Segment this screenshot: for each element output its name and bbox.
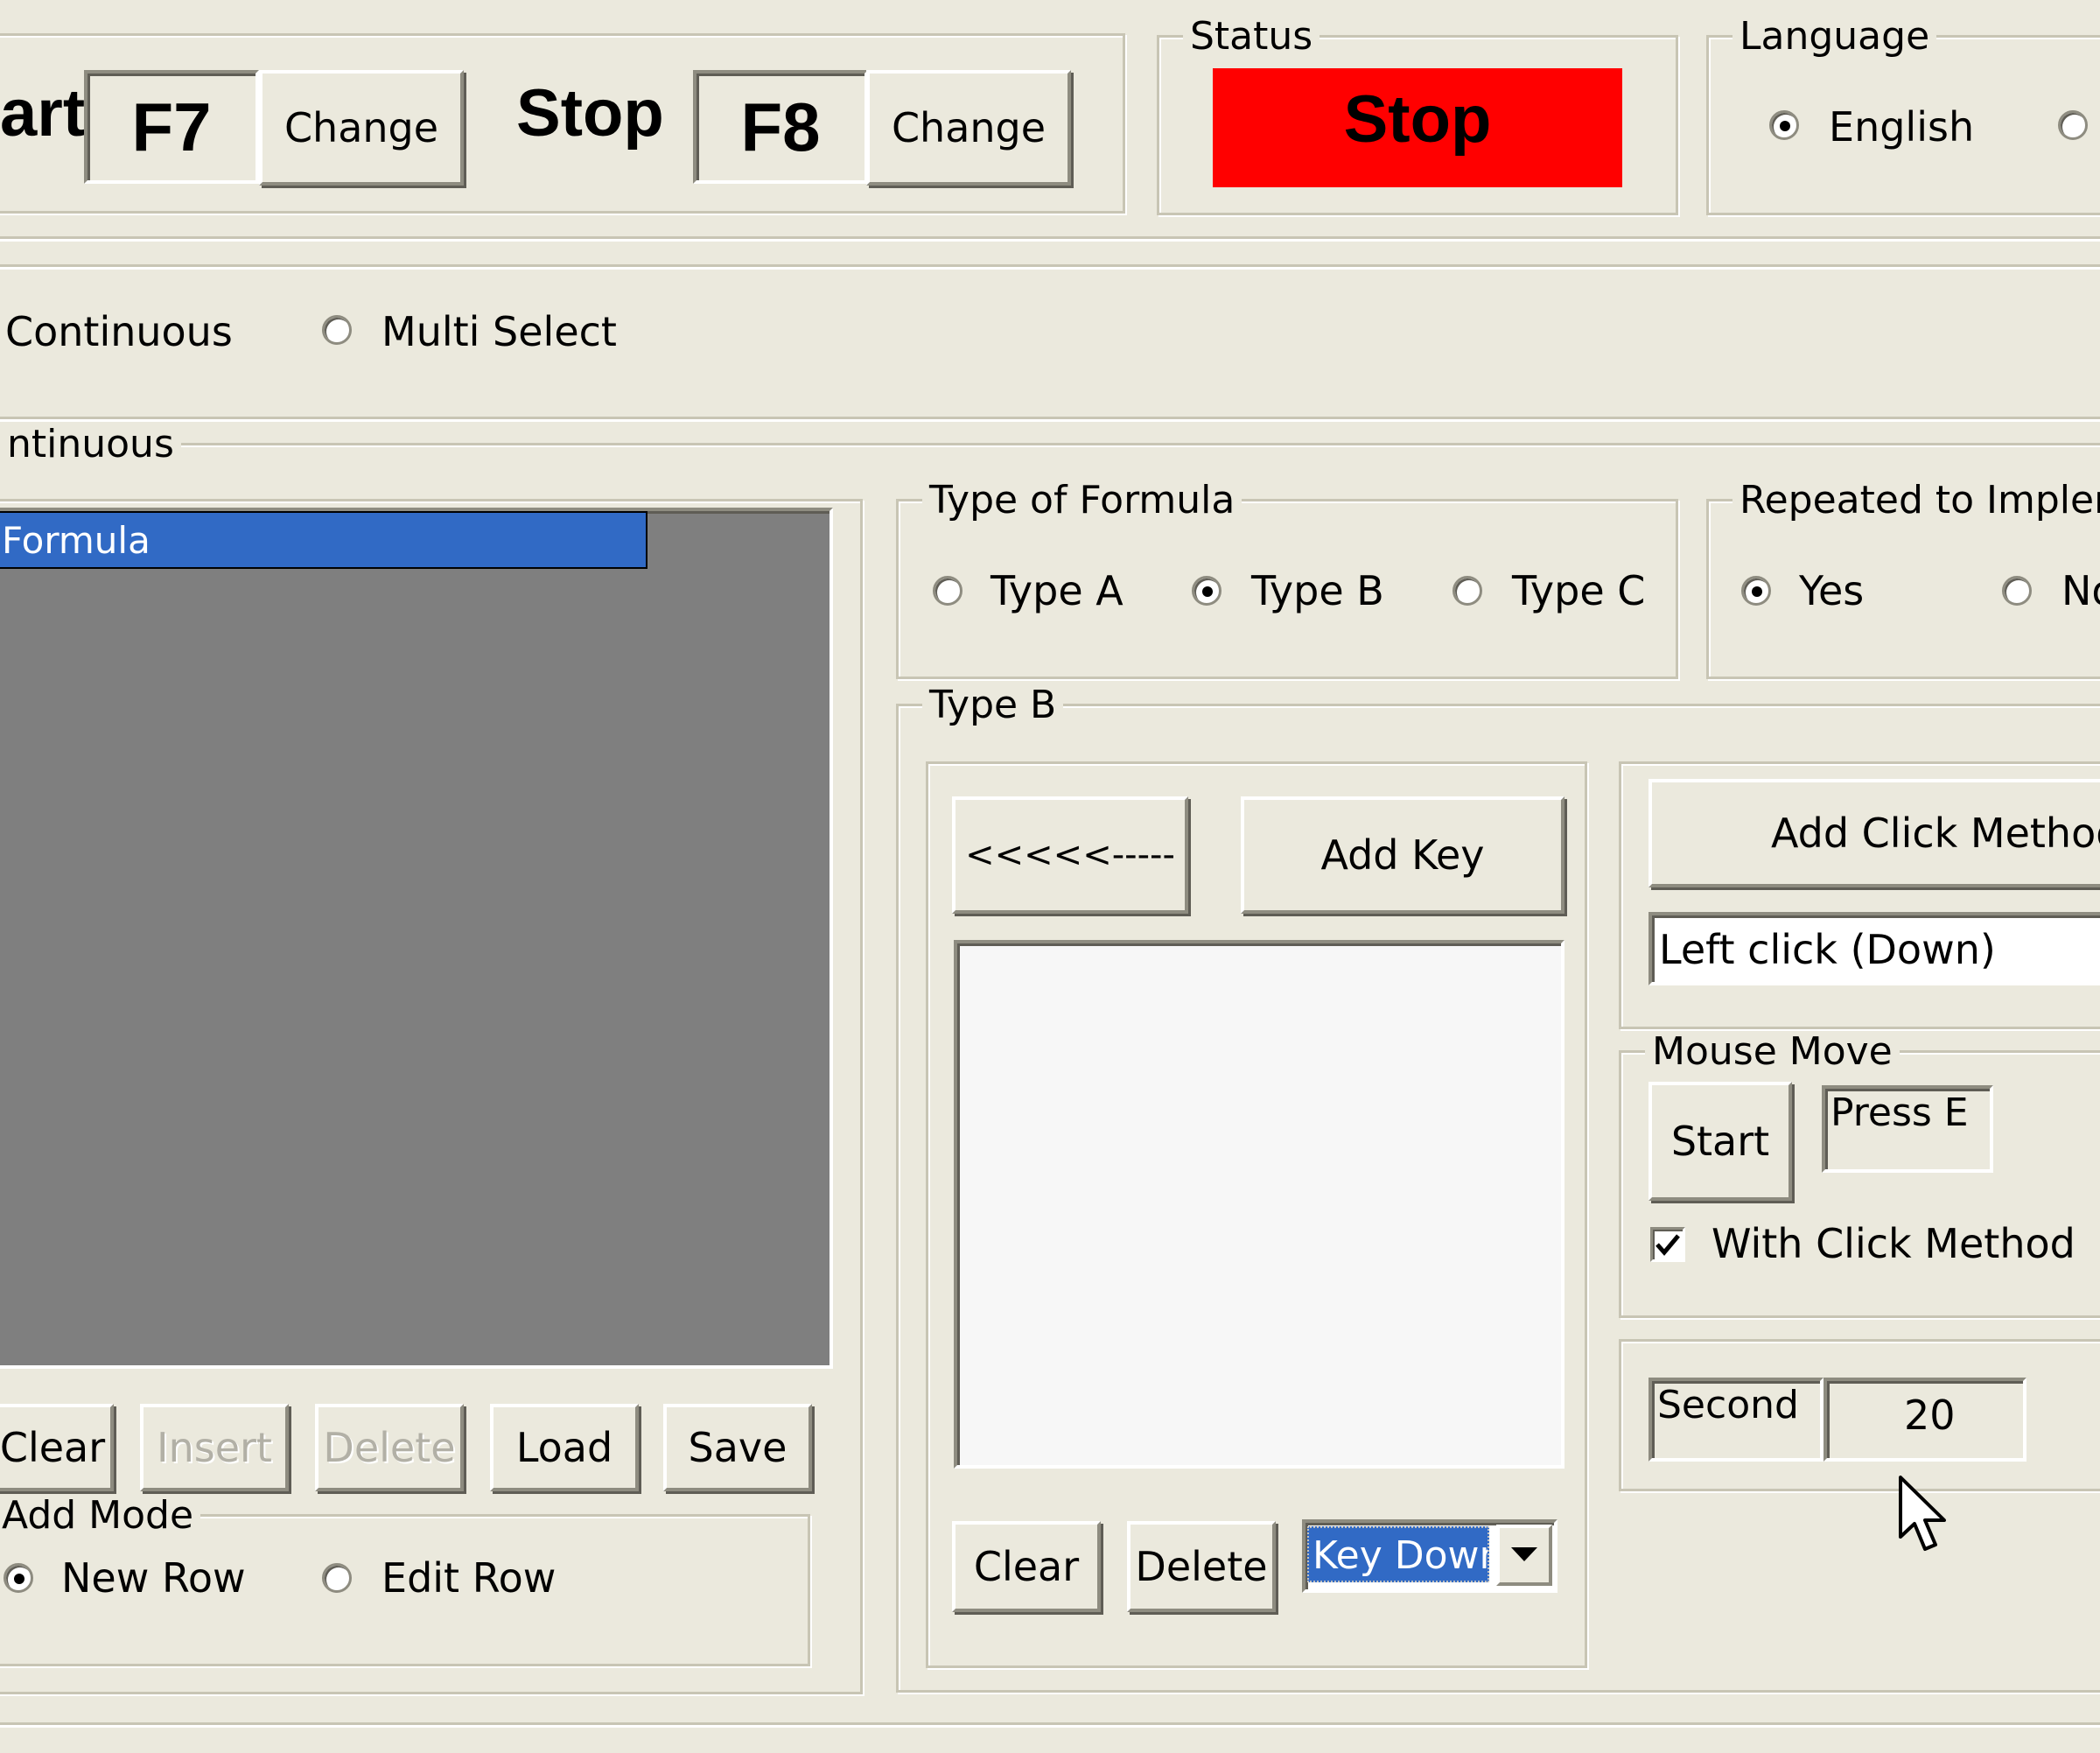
with-click-method-label: With Click Method: [1712, 1220, 2076, 1267]
type-c-radio[interactable]: [1452, 576, 1482, 606]
divider: [0, 1722, 2100, 1725]
key-action-selected: Key Down: [1307, 1526, 1489, 1582]
language-legend: Language: [1732, 18, 1937, 56]
repeated-legend: Repeated to Impleme: [1732, 481, 2100, 520]
mouse-move-hint: Press E: [1830, 1090, 1969, 1135]
stop-hotkey-change-button[interactable]: Change: [866, 70, 1071, 186]
list-save-button[interactable]: Save: [663, 1404, 812, 1491]
click-method-select[interactable]: Left click (Down): [1648, 912, 2100, 985]
list-clear-button[interactable]: Clear: [0, 1404, 114, 1491]
with-click-method-checkbox[interactable]: [1650, 1227, 1685, 1262]
mouse-move-hotkey-field[interactable]: Press E: [1822, 1085, 1993, 1173]
continuous-legend: ntinuous: [0, 425, 181, 464]
formula-list[interactable]: Formula: [0, 508, 833, 1369]
repeated-no-radio[interactable]: [2002, 576, 2032, 606]
type-b-label: Type B: [1251, 567, 1384, 614]
start-hotkey-field[interactable]: F7: [84, 70, 259, 184]
divider: [0, 236, 2100, 239]
timer-value: 20: [1904, 1392, 1956, 1439]
timer-label: Second: [1657, 1383, 1799, 1427]
mode-multi-select-label: Multi Select: [382, 308, 617, 355]
add-mode-legend: Add Mode: [0, 1497, 201, 1535]
key-delete-button[interactable]: Delete: [1127, 1521, 1276, 1612]
type-c-label: Type C: [1512, 567, 1646, 614]
back-arrow-button[interactable]: <<<<<-----: [952, 796, 1188, 914]
dropdown-arrow-icon: [1511, 1547, 1537, 1561]
status-legend: Status: [1183, 18, 1320, 56]
language-english-radio[interactable]: [1769, 110, 1799, 140]
timer-label-box: Second: [1648, 1378, 1824, 1462]
add-mode-new-row-radio[interactable]: [4, 1563, 33, 1593]
list-delete-button[interactable]: Delete: [315, 1404, 464, 1491]
language-english-label: English: [1829, 103, 1975, 151]
start-hotkey-label: art: [0, 76, 86, 151]
list-load-button[interactable]: Load: [490, 1404, 639, 1491]
divider: [0, 264, 2100, 267]
add-key-button[interactable]: Add Key: [1241, 796, 1564, 914]
timer-seconds-input[interactable]: 20: [1824, 1378, 2026, 1462]
add-click-method-button[interactable]: Add Click Method: [1648, 779, 2100, 887]
mode-multi-select-radio[interactable]: [322, 315, 352, 345]
list-insert-button[interactable]: Insert: [140, 1404, 289, 1491]
key-action-dropdown-button[interactable]: [1496, 1525, 1552, 1586]
repeated-no-label: No: [2062, 567, 2100, 614]
click-method-selected: Left click (Down): [1659, 926, 1996, 973]
add-mode-edit-row-radio[interactable]: [322, 1563, 352, 1593]
mouse-move-start-button[interactable]: Start: [1648, 1082, 1792, 1201]
list-item[interactable]: Formula: [0, 511, 648, 569]
type-a-label: Type A: [990, 567, 1124, 614]
stop-hotkey-field[interactable]: F8: [693, 70, 868, 184]
checkbox-check-icon: [1656, 1234, 1680, 1256]
repeated-yes-label: Yes: [1799, 567, 1865, 614]
stop-hotkey-value: F8: [740, 88, 821, 165]
stop-hotkey-label: Stop: [516, 76, 664, 151]
key-action-dropdown[interactable]: Key Down: [1302, 1519, 1558, 1593]
start-hotkey-value: F7: [131, 88, 212, 165]
type-b-legend: Type B: [922, 686, 1064, 725]
divider: [0, 417, 2100, 419]
mouse-move-legend: Mouse Move: [1645, 1033, 1900, 1071]
key-clear-button[interactable]: Clear: [952, 1521, 1101, 1612]
mode-continuous-label[interactable]: Continuous: [5, 312, 233, 352]
key-list[interactable]: [954, 940, 1564, 1469]
type-b-radio[interactable]: [1192, 576, 1222, 606]
start-hotkey-change-button[interactable]: Change: [259, 70, 464, 186]
language-other-radio[interactable]: [2058, 110, 2088, 140]
status-indicator: Stop: [1213, 68, 1622, 187]
mouse-cursor-icon: [1899, 1476, 1946, 1551]
add-mode-new-row-label: New Row: [61, 1554, 246, 1602]
type-a-radio[interactable]: [933, 576, 962, 606]
list-item-label: Formula: [2, 518, 150, 562]
add-mode-edit-row-label: Edit Row: [382, 1554, 556, 1602]
repeated-yes-radio[interactable]: [1741, 576, 1771, 606]
type-of-formula-legend: Type of Formula: [922, 481, 1242, 520]
